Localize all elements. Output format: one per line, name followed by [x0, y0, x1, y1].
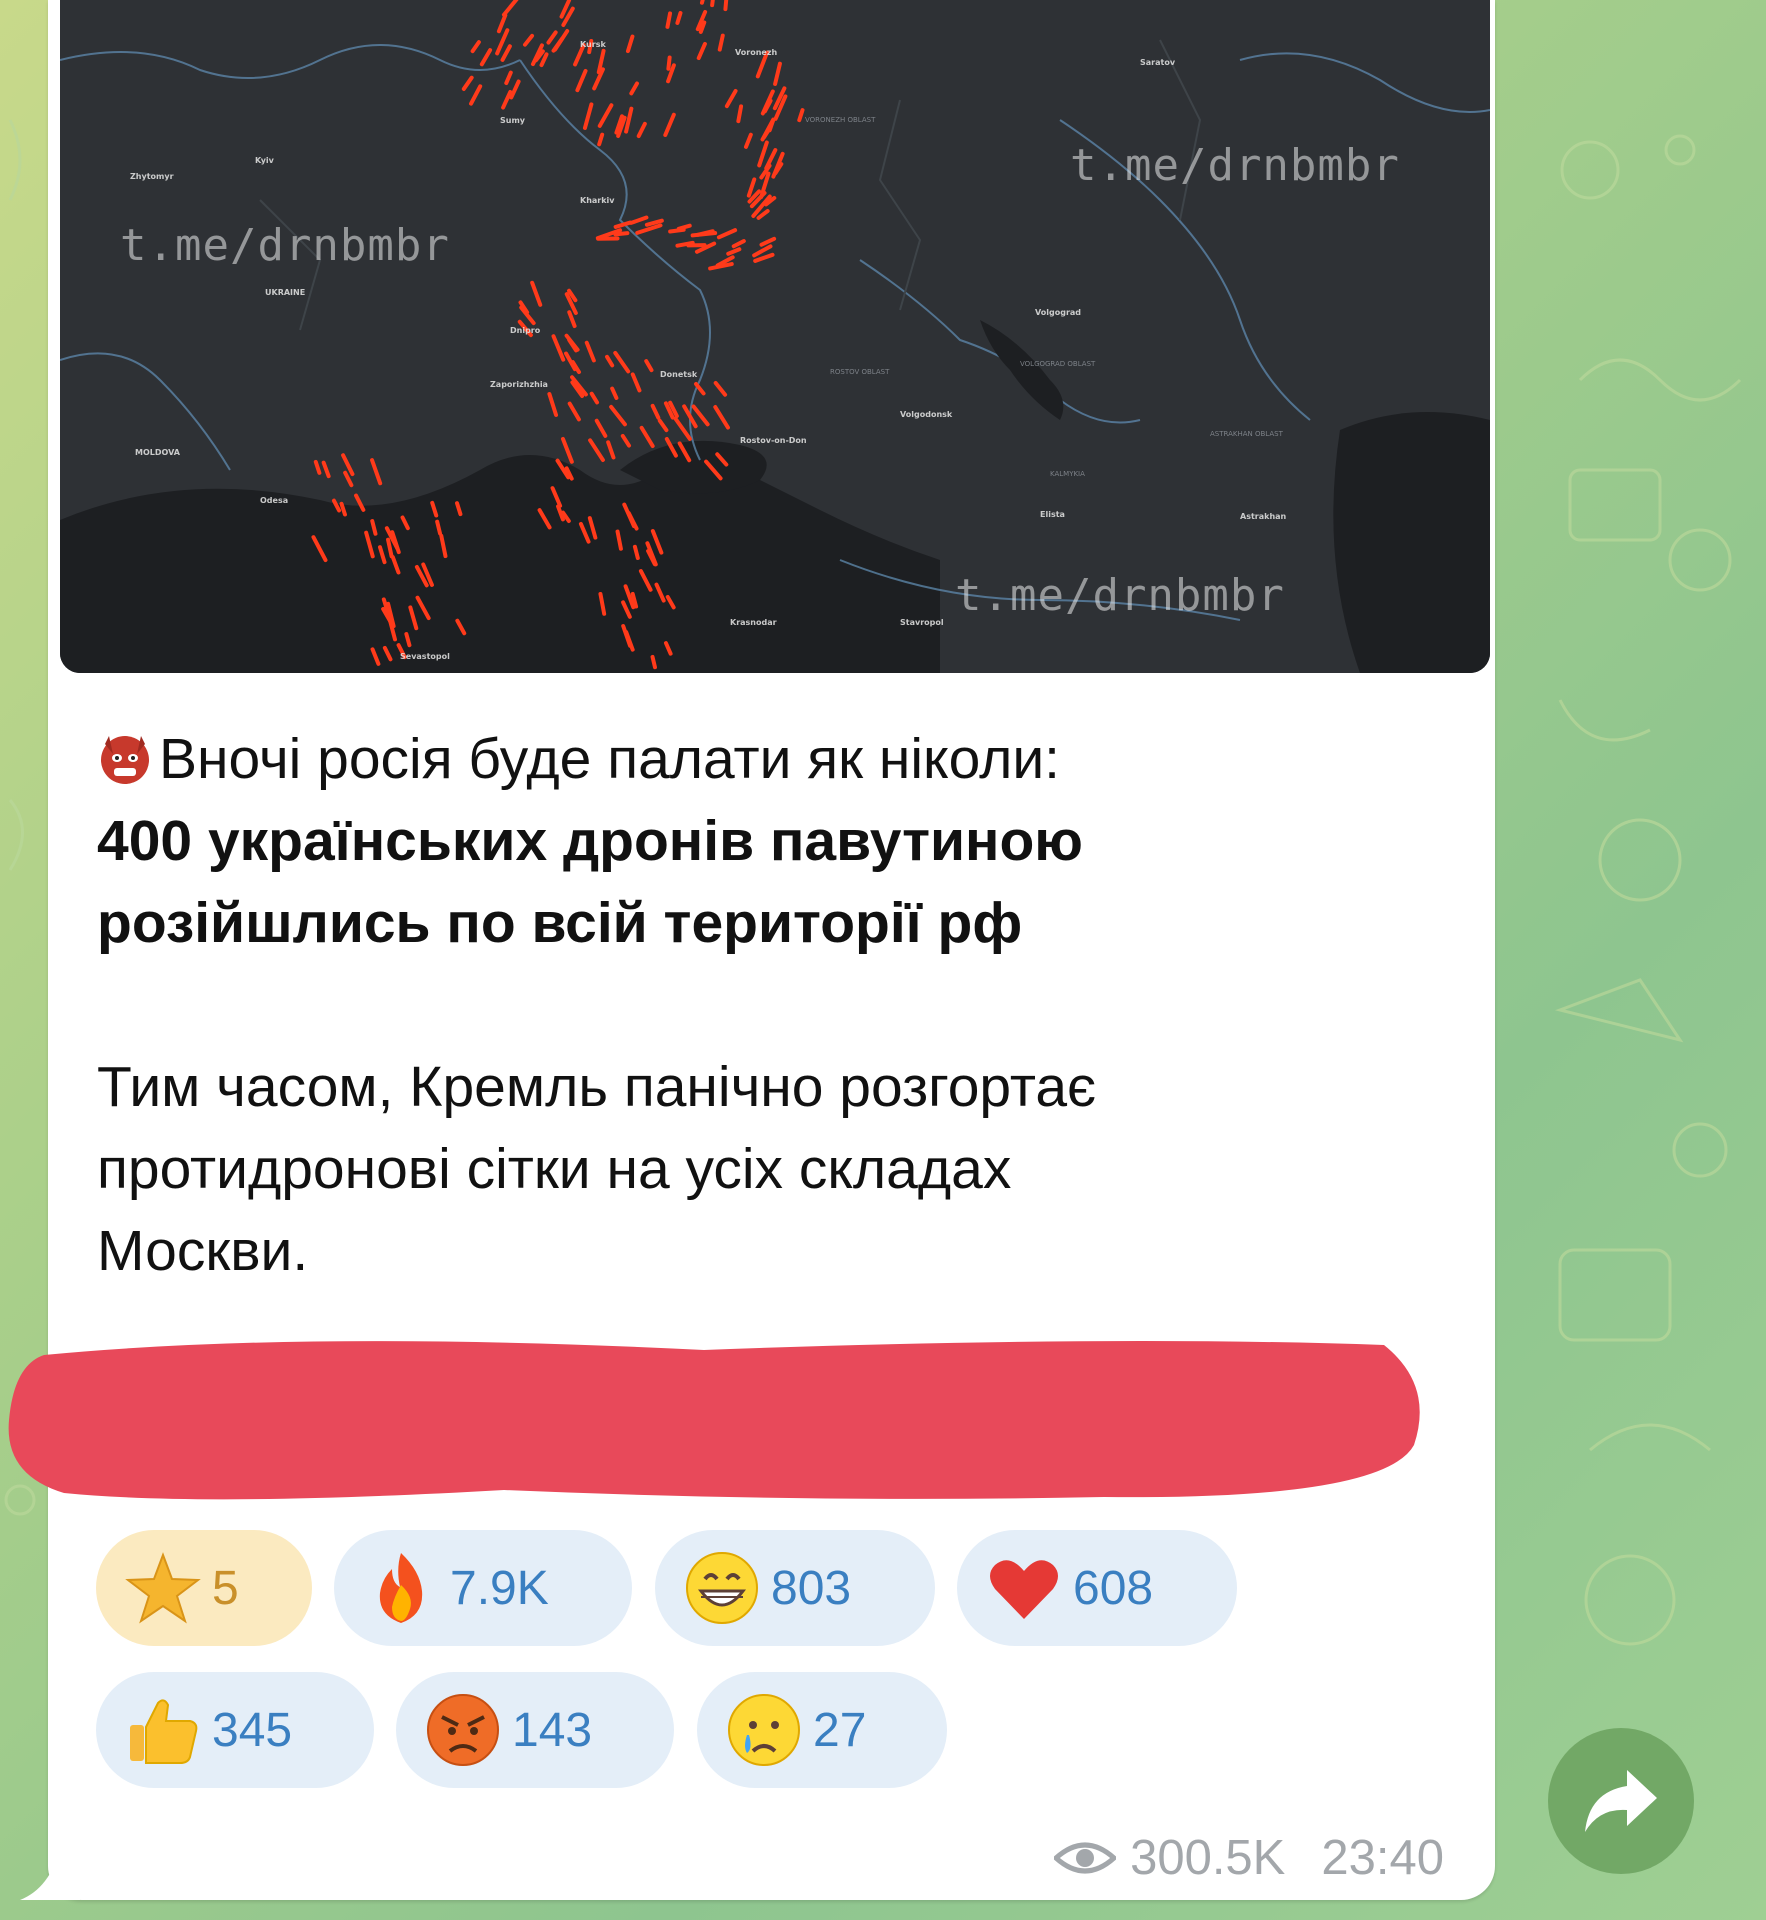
- watermark: t.me/drnbmbr: [1070, 140, 1400, 191]
- reaction-heart[interactable]: 608: [957, 1530, 1237, 1646]
- reaction-count: 5: [212, 1561, 239, 1615]
- thumbs-up-icon: [130, 1699, 198, 1764]
- map-label: Astrakhan: [1240, 512, 1287, 521]
- reaction-thumbs-up[interactable]: 345: [96, 1672, 374, 1788]
- share-arrow-icon: [1585, 1770, 1657, 1832]
- watermark: t.me/drnbmbr: [120, 220, 450, 271]
- bubble-tail: [20, 1848, 80, 1900]
- message-bold-line-1: 400 українських дронів павутиною: [97, 809, 1083, 873]
- map-label: Kharkiv: [580, 196, 615, 205]
- map-label: Saratov: [1140, 58, 1176, 67]
- map-label: Zaporizhzhia: [490, 380, 548, 389]
- map-label: Dnipro: [510, 326, 541, 335]
- message-para2-line-1: Тим часом, Кремль панічно розгортає: [97, 1055, 1097, 1119]
- reaction-fire[interactable]: 7.9K: [334, 1530, 632, 1646]
- map-label: Sumy: [500, 116, 526, 125]
- message-para2-line-2: протидронові сітки на усіх складах: [97, 1137, 1012, 1201]
- message-para2-line-3: Москви.: [97, 1219, 309, 1283]
- reaction-angry[interactable]: 143: [396, 1672, 674, 1788]
- share-button[interactable]: [1548, 1728, 1694, 1874]
- watermark: t.me/drnbmbr: [955, 570, 1285, 621]
- reaction-count: 143: [512, 1703, 593, 1757]
- redaction-mark: [8, 1341, 1420, 1500]
- map-label: VOLGOGRAD OBLAST: [1020, 360, 1096, 368]
- map-label: Donetsk: [660, 370, 698, 379]
- fire-icon: [379, 1553, 423, 1623]
- map-label: Zhytomyr: [130, 172, 174, 181]
- message-time: 23:40: [1321, 1831, 1444, 1885]
- reaction-grin[interactable]: 803: [655, 1530, 935, 1646]
- angry-devil-face-icon: [101, 736, 149, 784]
- map-label: Krasnodar: [730, 618, 777, 627]
- reaction-count: 345: [212, 1703, 293, 1757]
- view-count: 300.5K: [1130, 1831, 1286, 1885]
- star-icon: [125, 1552, 201, 1624]
- eye-icon: [1054, 1842, 1117, 1874]
- message-meta: 300.5K 23:40: [1054, 1830, 1444, 1886]
- map-label: Voronezh: [735, 48, 778, 57]
- map-label: Kyiv: [255, 156, 274, 165]
- map-label: ROSTOV OBLAST: [830, 368, 890, 376]
- map-label: Volgodonsk: [900, 410, 953, 419]
- map-label: Rostov-on-Don: [740, 436, 807, 445]
- message-bold-line-2: розійшлись по всій території рф: [97, 891, 1023, 955]
- message-line-1: Вночі росія буде палати як ніколи:: [97, 718, 1457, 800]
- map-label: UKRAINE: [265, 288, 306, 297]
- message-text: Вночі росія буде палати як ніколи: 400 у…: [97, 718, 1457, 1292]
- map-label: Sevastopol: [400, 652, 450, 661]
- grinning-face-icon: [686, 1552, 758, 1624]
- red-heart-icon: [990, 1560, 1058, 1619]
- map-label: ASTRAKHAN OBLAST: [1210, 430, 1283, 438]
- map-label: Odesa: [260, 496, 289, 505]
- reaction-count: 608: [1073, 1561, 1154, 1615]
- crying-face-icon: [728, 1694, 800, 1766]
- reaction-count: 27: [813, 1703, 867, 1757]
- drone-mark: [596, 236, 620, 241]
- angry-face-icon: [427, 1694, 499, 1766]
- map-label: KALMYKIA: [1050, 470, 1085, 478]
- line-text: Вночі росія буде палати як ніколи:: [159, 727, 1061, 791]
- reaction-cry[interactable]: 27: [697, 1672, 947, 1788]
- reaction-count: 7.9K: [450, 1561, 549, 1615]
- map-label: Elista: [1040, 510, 1065, 519]
- reaction-count: 803: [771, 1561, 852, 1615]
- map-label: VORONEZH OBLAST: [805, 116, 876, 124]
- map-label: Volgograd: [1035, 308, 1082, 317]
- map-image[interactable]: t.me/drnbmbr t.me/drnbmbr t.me/drnbmbr K…: [60, 0, 1490, 673]
- reaction-star[interactable]: 5: [96, 1530, 312, 1646]
- map-label: MOLDOVA: [135, 448, 180, 457]
- map-label: Kursk: [580, 40, 606, 49]
- map-label: Stavropol: [900, 618, 944, 627]
